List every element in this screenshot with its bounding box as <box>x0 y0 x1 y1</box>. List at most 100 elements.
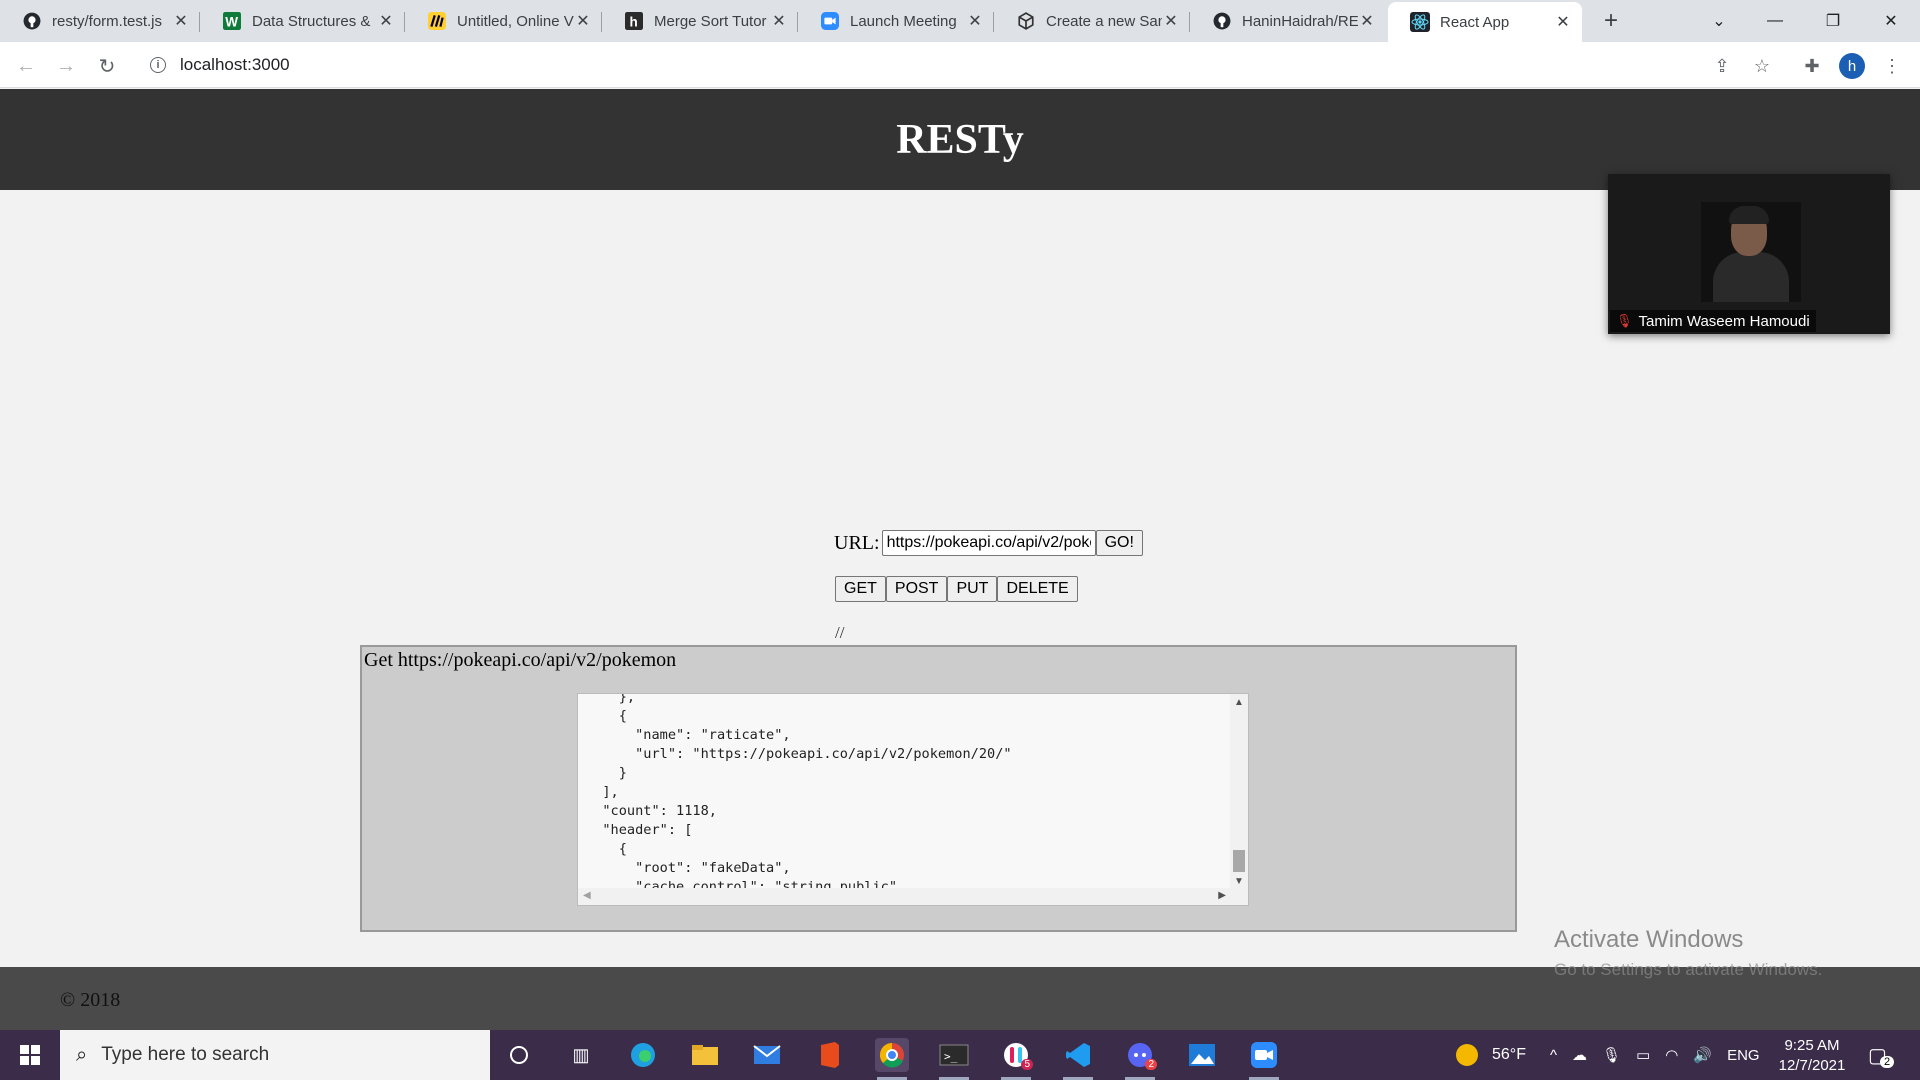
delete-button[interactable]: DELETE <box>997 576 1078 602</box>
address-url[interactable]: localhost:3000 <box>180 55 290 75</box>
vscode-icon[interactable] <box>1061 1038 1095 1080</box>
slack-badge: 5 <box>1021 1059 1033 1070</box>
svg-text:>_: >_ <box>944 1050 958 1063</box>
json-text: }, { "name": "raticate", "url": "https:/… <box>602 693 1012 895</box>
taskbar-search-box[interactable]: ⌕ Type here to search <box>60 1030 490 1080</box>
copyright-text: © 2018 <box>60 989 121 1011</box>
miro-icon <box>427 11 447 31</box>
address-bar[interactable]: i localhost:3000 <box>140 48 1710 82</box>
system-tray: ^ ☁ 🎙 ▭ ◠ 🔊 ENG <box>1550 1030 1760 1080</box>
battery-icon[interactable]: ▭ <box>1636 1046 1650 1064</box>
get-button[interactable]: GET <box>835 576 886 602</box>
browser-tab[interactable]: h Merge Sort Tutor ✕ <box>602 0 798 42</box>
put-button[interactable]: PUT <box>947 576 998 602</box>
wifi-icon[interactable]: ◠ <box>1665 1046 1678 1064</box>
back-button[interactable]: ← <box>12 52 40 80</box>
notification-count: 2 <box>1880 1056 1895 1068</box>
maximize-button[interactable]: ❐ <box>1808 0 1858 42</box>
method-buttons: GET POST PUT DELETE <box>835 576 1078 602</box>
app-title: RESTy <box>896 116 1024 163</box>
horizontal-scrollbar[interactable]: ◀ ▶ <box>578 888 1248 905</box>
task-view-icon[interactable]: ▥ <box>564 1038 598 1072</box>
browser-menu-icon[interactable]: ⋮ <box>1880 54 1904 78</box>
video-call-thumbnail[interactable]: 🎙 Tamim Waseem Hamoudi <box>1608 174 1890 334</box>
activate-windows-watermark: Activate Windows Go to Settings to activ… <box>1554 926 1823 979</box>
scroll-thumb[interactable] <box>1233 850 1245 872</box>
profile-avatar[interactable]: h <box>1839 53 1865 79</box>
browser-tab[interactable]: W Data Structures & ✕ <box>200 0 405 42</box>
weather-widget[interactable]: 56°F <box>1456 1030 1526 1080</box>
browser-toolbar: ← → ↻ i localhost:3000 ⇪ ☆ ✚ ⋮ <box>0 42 1920 88</box>
discord-badge: 2 <box>1145 1059 1157 1070</box>
site-info-icon[interactable]: i <box>150 57 166 73</box>
tab-search-icon[interactable]: ⌄ <box>1694 0 1744 42</box>
close-tab-icon[interactable]: ✕ <box>1554 13 1572 31</box>
notification-center-icon[interactable]: ▢ 2 <box>1868 1030 1895 1080</box>
url-input[interactable] <box>881 530 1096 556</box>
scroll-down-icon[interactable]: ▼ <box>1234 876 1244 887</box>
zoom-app-icon[interactable] <box>1247 1038 1281 1080</box>
json-response-viewer[interactable]: }, { "name": "raticate", "url": "https:/… <box>577 693 1249 906</box>
scroll-up-icon[interactable]: ▲ <box>1234 697 1244 708</box>
w-icon: W <box>222 11 242 31</box>
share-icon[interactable]: ⇪ <box>1710 54 1734 78</box>
edge-icon[interactable] <box>626 1038 660 1072</box>
participant-video <box>1701 202 1801 302</box>
results-panel: Get https://pokeapi.co/api/v2/pokemon },… <box>360 645 1517 932</box>
go-button[interactable]: GO! <box>1095 530 1143 556</box>
chevron-up-icon[interactable]: ^ <box>1550 1047 1557 1064</box>
chrome-icon[interactable] <box>875 1038 909 1080</box>
close-tab-icon[interactable]: ✕ <box>1162 12 1180 30</box>
url-label: URL: <box>834 531 880 554</box>
cortana-icon[interactable] <box>502 1038 536 1072</box>
bookmark-star-icon[interactable]: ☆ <box>1750 54 1774 78</box>
close-tab-icon[interactable]: ✕ <box>1358 12 1376 30</box>
muted-mic-icon: 🎙 <box>1616 313 1633 328</box>
new-tab-button[interactable]: + <box>1598 7 1624 34</box>
forward-button[interactable]: → <box>52 52 80 80</box>
codesandbox-icon <box>1016 11 1036 31</box>
request-summary: Get https://pokeapi.co/api/v2/pokemon <box>364 649 677 671</box>
scroll-right-icon[interactable]: ▶ <box>1218 890 1226 901</box>
browser-tab[interactable]: Create a new San ✕ <box>994 0 1190 42</box>
h-icon: h <box>624 11 644 31</box>
windows-start-icon[interactable] <box>0 1030 60 1080</box>
close-tab-icon[interactable]: ✕ <box>574 12 592 30</box>
close-tab-icon[interactable]: ✕ <box>770 12 788 30</box>
participant-name-tag: 🎙 Tamim Waseem Hamoudi <box>1610 310 1816 332</box>
mail-icon[interactable] <box>750 1038 784 1072</box>
windows-taskbar: ⌕ Type here to search ▥ >_ 5 2 56°F ^ ☁ … <box>0 1030 1920 1080</box>
separator-text: // <box>835 623 845 642</box>
extensions-puzzle-icon[interactable]: ✚ <box>1800 54 1824 78</box>
slack-icon[interactable]: 5 <box>999 1038 1033 1080</box>
office-icon[interactable] <box>812 1038 846 1072</box>
file-explorer-icon[interactable] <box>688 1038 722 1072</box>
volume-icon[interactable]: 🔊 <box>1693 1046 1712 1064</box>
browser-tab-bar: resty/form.test.js ✕ W Data Structures &… <box>0 0 1920 42</box>
photos-icon[interactable] <box>1185 1038 1219 1072</box>
post-button[interactable]: POST <box>885 576 948 602</box>
browser-tab[interactable]: HaninHaidrah/RE ✕ <box>1190 0 1386 42</box>
onedrive-cloud-icon[interactable]: ☁ <box>1572 1046 1587 1064</box>
vertical-scrollbar[interactable]: ▲ ▼ <box>1230 694 1248 890</box>
browser-tab[interactable]: Untitled, Online V ✕ <box>405 0 602 42</box>
github-icon <box>1212 11 1232 31</box>
url-form: URL: GO! <box>834 530 1143 556</box>
close-tab-icon[interactable]: ✕ <box>966 12 984 30</box>
browser-tab[interactable]: resty/form.test.js ✕ <box>0 0 200 42</box>
taskbar-clock[interactable]: 9:25 AM 12/7/2021 <box>1762 1036 1862 1076</box>
zoom-icon <box>820 11 840 31</box>
close-tab-icon[interactable]: ✕ <box>172 12 190 30</box>
browser-tab[interactable]: Launch Meeting ✕ <box>798 0 994 42</box>
terminal-icon[interactable]: >_ <box>937 1038 971 1080</box>
close-tab-icon[interactable]: ✕ <box>377 12 395 30</box>
microphone-icon[interactable]: 🎙 <box>1602 1046 1621 1064</box>
close-window-button[interactable]: ✕ <box>1866 0 1916 42</box>
discord-icon[interactable]: 2 <box>1123 1038 1157 1080</box>
minimize-button[interactable]: — <box>1750 0 1800 42</box>
language-indicator[interactable]: ENG <box>1727 1047 1760 1064</box>
browser-tab-active[interactable]: React App ✕ <box>1388 2 1582 42</box>
scroll-left-icon[interactable]: ◀ <box>583 890 591 901</box>
search-icon: ⌕ <box>76 1043 88 1066</box>
reload-button[interactable]: ↻ <box>93 52 121 80</box>
